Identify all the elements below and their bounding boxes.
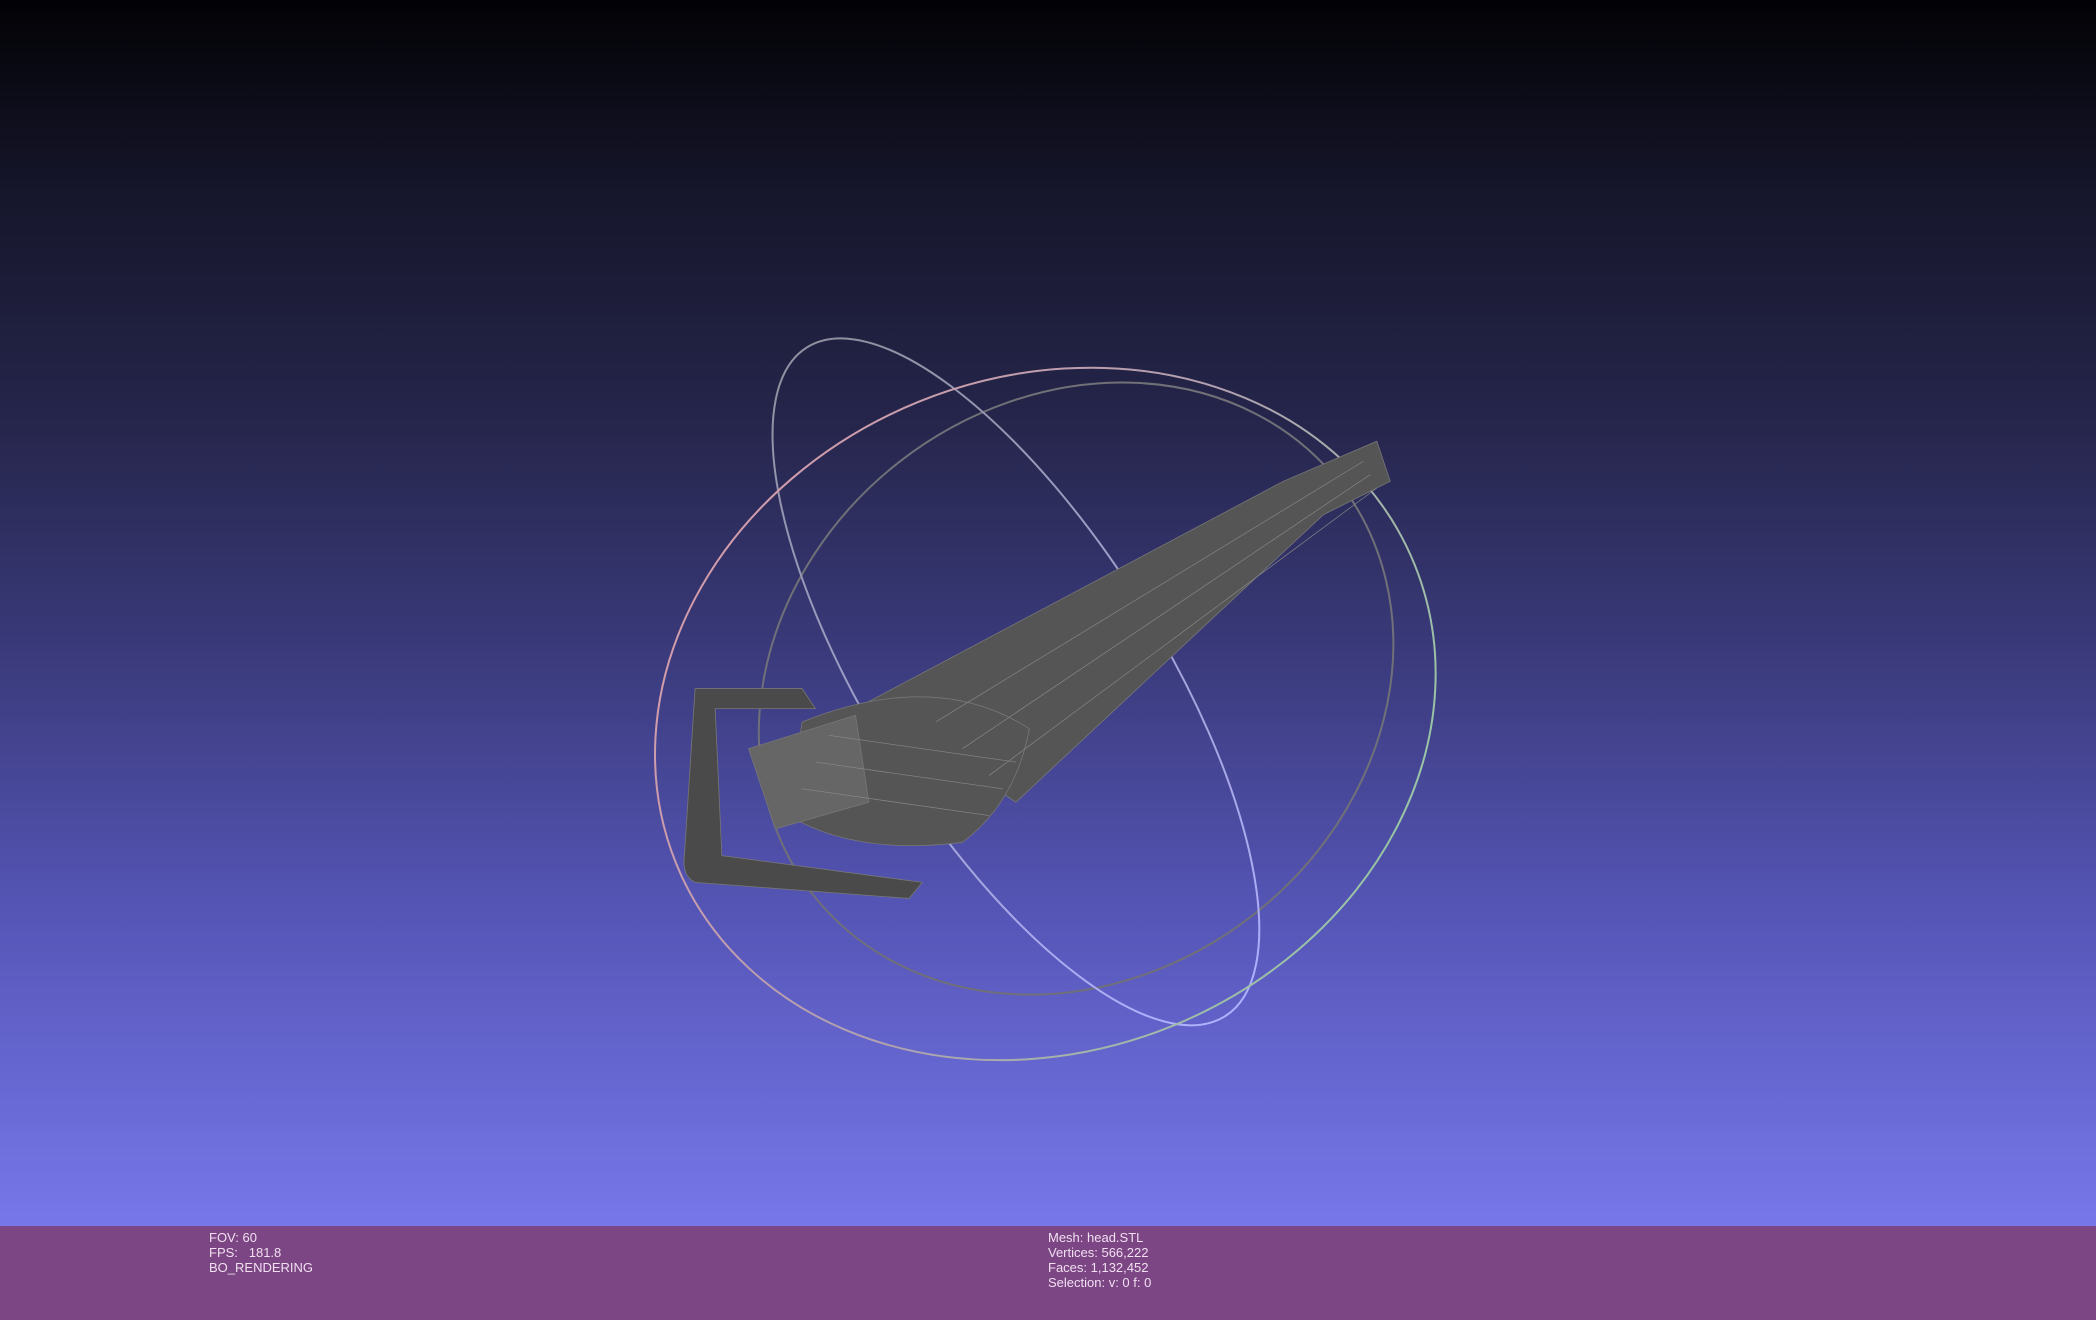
selection-label: Selection: v: 0 f: 0 (1048, 1275, 1152, 1290)
scene (654, 337, 1437, 1062)
fps-label: FPS: 181.8 (209, 1245, 282, 1260)
vertices-label: Vertices: 566,222 (1048, 1245, 1149, 1260)
render-mode-label: BO_RENDERING (209, 1260, 314, 1275)
3d-viewport[interactable] (0, 0, 2096, 1226)
mesh-info: Mesh: head.STL Vertices: 566,222 Faces: … (1048, 1230, 1151, 1290)
status-bar: FOV: 60 FPS: 181.8 BO_RENDERING Mesh: he… (0, 1226, 2096, 1320)
mesh-chainsaw (683, 440, 1391, 899)
mesh-name-label: Mesh: head.STL (1048, 1230, 1144, 1245)
render-info: FOV: 60 FPS: 181.8 BO_RENDERING (209, 1230, 313, 1275)
faces-label: Faces: 1,132,452 (1048, 1260, 1149, 1275)
fov-label: FOV: 60 (209, 1230, 257, 1245)
